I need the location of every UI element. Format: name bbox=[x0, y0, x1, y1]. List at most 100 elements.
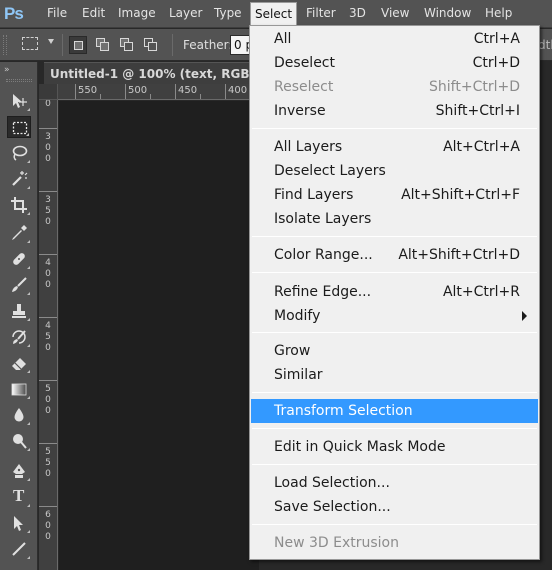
dodge-tool-icon[interactable] bbox=[7, 430, 31, 452]
ruler-label: 600 bbox=[45, 510, 51, 542]
menu-item-shortcut: Shift+Ctrl+D bbox=[429, 79, 520, 95]
menu-item-shortcut: Ctrl+A bbox=[473, 31, 520, 47]
new-selection-button[interactable] bbox=[69, 36, 87, 54]
menu-view[interactable]: View bbox=[381, 6, 409, 20]
menu-item-load-selection[interactable]: Load Selection... bbox=[251, 471, 538, 495]
gradient-tool-icon[interactable] bbox=[7, 378, 31, 400]
menu-item-refine-edge[interactable]: Refine Edge... Alt+Ctrl+R bbox=[251, 280, 538, 304]
healing-brush-tool-icon[interactable] bbox=[7, 248, 31, 270]
menu-layer[interactable]: Layer bbox=[169, 6, 202, 20]
menu-separator bbox=[252, 128, 537, 129]
menu-edit[interactable]: Edit bbox=[82, 6, 105, 20]
menu-separator bbox=[252, 392, 537, 393]
menu-select[interactable]: Select bbox=[250, 2, 298, 26]
path-selection-tool-icon[interactable] bbox=[7, 512, 31, 534]
add-to-selection-button[interactable] bbox=[94, 36, 112, 54]
divider bbox=[172, 34, 173, 56]
menu-window[interactable]: Window bbox=[424, 6, 471, 20]
ruler-label: 0 bbox=[45, 100, 51, 109]
menu-item-label: Transform Selection bbox=[274, 403, 413, 419]
vertical-ruler[interactable]: 0 300 350 400 450 500 550 600 bbox=[39, 100, 58, 570]
blur-tool-icon[interactable] bbox=[7, 404, 31, 426]
menu-type[interactable]: Type bbox=[214, 6, 242, 20]
menu-separator bbox=[252, 332, 537, 333]
history-brush-tool-icon[interactable] bbox=[7, 326, 31, 348]
menu-item-label: Inverse bbox=[274, 103, 326, 119]
menu-item-label: Edit in Quick Mask Mode bbox=[274, 439, 446, 455]
menu-item-grow[interactable]: Grow bbox=[251, 339, 538, 363]
photoshop-logo: Ps bbox=[4, 4, 24, 23]
menu-item-deselect-layers[interactable]: Deselect Layers bbox=[251, 159, 538, 183]
pen-tool-icon[interactable] bbox=[7, 460, 31, 482]
menu-item-label: Reselect bbox=[274, 79, 334, 95]
rectangular-marquee-tool-icon[interactable] bbox=[7, 116, 31, 138]
menu-item-similar[interactable]: Similar bbox=[251, 363, 538, 387]
menu-item-label: Refine Edge... bbox=[274, 284, 372, 300]
crop-tool-icon[interactable] bbox=[7, 194, 31, 216]
horizontal-ruler[interactable]: 550 500 450 400 bbox=[58, 84, 258, 100]
menu-item-label: Deselect bbox=[274, 55, 335, 71]
lasso-tool-icon[interactable] bbox=[7, 142, 31, 164]
eyedropper-tool-icon[interactable] bbox=[7, 222, 31, 244]
document-tab[interactable]: Untitled-1 @ 100% (text, RGB/8) * bbox=[44, 62, 278, 84]
menu-item-inverse[interactable]: Inverse Shift+Ctrl+I bbox=[251, 99, 538, 123]
menu-item-shortcut: Alt+Shift+Ctrl+D bbox=[398, 247, 520, 263]
menu-item-deselect[interactable]: Deselect Ctrl+D bbox=[251, 51, 538, 75]
menu-item-shortcut: Alt+Ctrl+R bbox=[442, 284, 520, 300]
menu-item-reselect[interactable]: Reselect Shift+Ctrl+D bbox=[251, 75, 538, 99]
menu-item-quick-mask[interactable]: Edit in Quick Mask Mode bbox=[251, 435, 538, 459]
menu-item-label: Isolate Layers bbox=[274, 211, 372, 227]
menu-item-all[interactable]: All Ctrl+A bbox=[251, 27, 538, 51]
menu-image[interactable]: Image bbox=[118, 6, 156, 20]
menu-help[interactable]: Help bbox=[485, 6, 512, 20]
marquee-preset-icon[interactable] bbox=[22, 37, 38, 50]
type-tool-icon[interactable]: T bbox=[7, 486, 31, 508]
menu-separator bbox=[252, 236, 537, 237]
ruler-label: 550 bbox=[45, 447, 51, 479]
menu-item-shortcut: Ctrl+D bbox=[472, 55, 520, 71]
panel-grip[interactable] bbox=[6, 79, 32, 82]
line-tool-icon[interactable] bbox=[7, 538, 31, 560]
collapse-panel-icon[interactable]: » bbox=[4, 65, 10, 75]
menu-separator bbox=[252, 428, 537, 429]
menu-item-find-layers[interactable]: Find Layers Alt+Shift+Ctrl+F bbox=[251, 183, 538, 207]
menu-file[interactable]: File bbox=[47, 6, 67, 20]
brush-tool-icon[interactable] bbox=[7, 274, 31, 296]
ruler-label: 400 bbox=[45, 258, 51, 290]
magic-wand-tool-icon[interactable] bbox=[7, 168, 31, 190]
menu-item-modify[interactable]: Modify bbox=[251, 304, 538, 328]
menu-separator bbox=[252, 272, 537, 273]
menu-bar: Ps File Edit Image Layer Type Select Fil… bbox=[0, 0, 552, 28]
menu-item-label: All bbox=[274, 31, 292, 47]
menu-3d[interactable]: 3D bbox=[349, 6, 366, 20]
intersect-selection-button[interactable] bbox=[142, 36, 160, 54]
menu-item-label: Color Range... bbox=[274, 247, 373, 263]
menu-separator bbox=[252, 524, 537, 525]
new-selection-icon bbox=[74, 41, 83, 50]
subtract-from-selection-button[interactable] bbox=[118, 36, 136, 54]
menu-filter[interactable]: Filter bbox=[306, 6, 336, 20]
menu-item-all-layers[interactable]: All Layers Alt+Ctrl+A bbox=[251, 135, 538, 159]
select-menu-dropdown: All Ctrl+A Deselect Ctrl+D Reselect Shif… bbox=[249, 25, 540, 560]
ruler-origin[interactable] bbox=[39, 84, 58, 100]
menu-item-shortcut: Alt+Shift+Ctrl+F bbox=[401, 187, 520, 203]
menu-item-save-selection[interactable]: Save Selection... bbox=[251, 495, 538, 519]
ruler-label: 550 bbox=[78, 85, 98, 96]
menu-item-new-3d-extrusion[interactable]: New 3D Extrusion bbox=[251, 531, 538, 555]
ruler-label: 400 bbox=[228, 85, 248, 96]
feather-label: Feather: bbox=[183, 38, 233, 52]
eraser-tool-icon[interactable] bbox=[7, 352, 31, 374]
menu-item-label: Similar bbox=[274, 367, 323, 383]
menu-item-transform-selection[interactable]: Transform Selection bbox=[251, 399, 538, 423]
document-title: Untitled-1 @ 100% (text, RGB/8) * bbox=[50, 67, 279, 81]
menu-item-shortcut: Alt+Ctrl+A bbox=[443, 139, 520, 155]
move-tool-icon[interactable] bbox=[7, 90, 31, 112]
ruler-label: 300 bbox=[45, 132, 51, 164]
clone-stamp-tool-icon[interactable] bbox=[7, 300, 31, 322]
menu-item-color-range[interactable]: Color Range... Alt+Shift+Ctrl+D bbox=[251, 243, 538, 267]
menu-item-isolate-layers[interactable]: Isolate Layers bbox=[251, 207, 538, 231]
menu-item-label: Grow bbox=[274, 343, 311, 359]
options-bar-grip[interactable] bbox=[3, 35, 7, 55]
document-canvas[interactable] bbox=[59, 101, 259, 570]
chevron-down-icon[interactable] bbox=[48, 39, 54, 44]
